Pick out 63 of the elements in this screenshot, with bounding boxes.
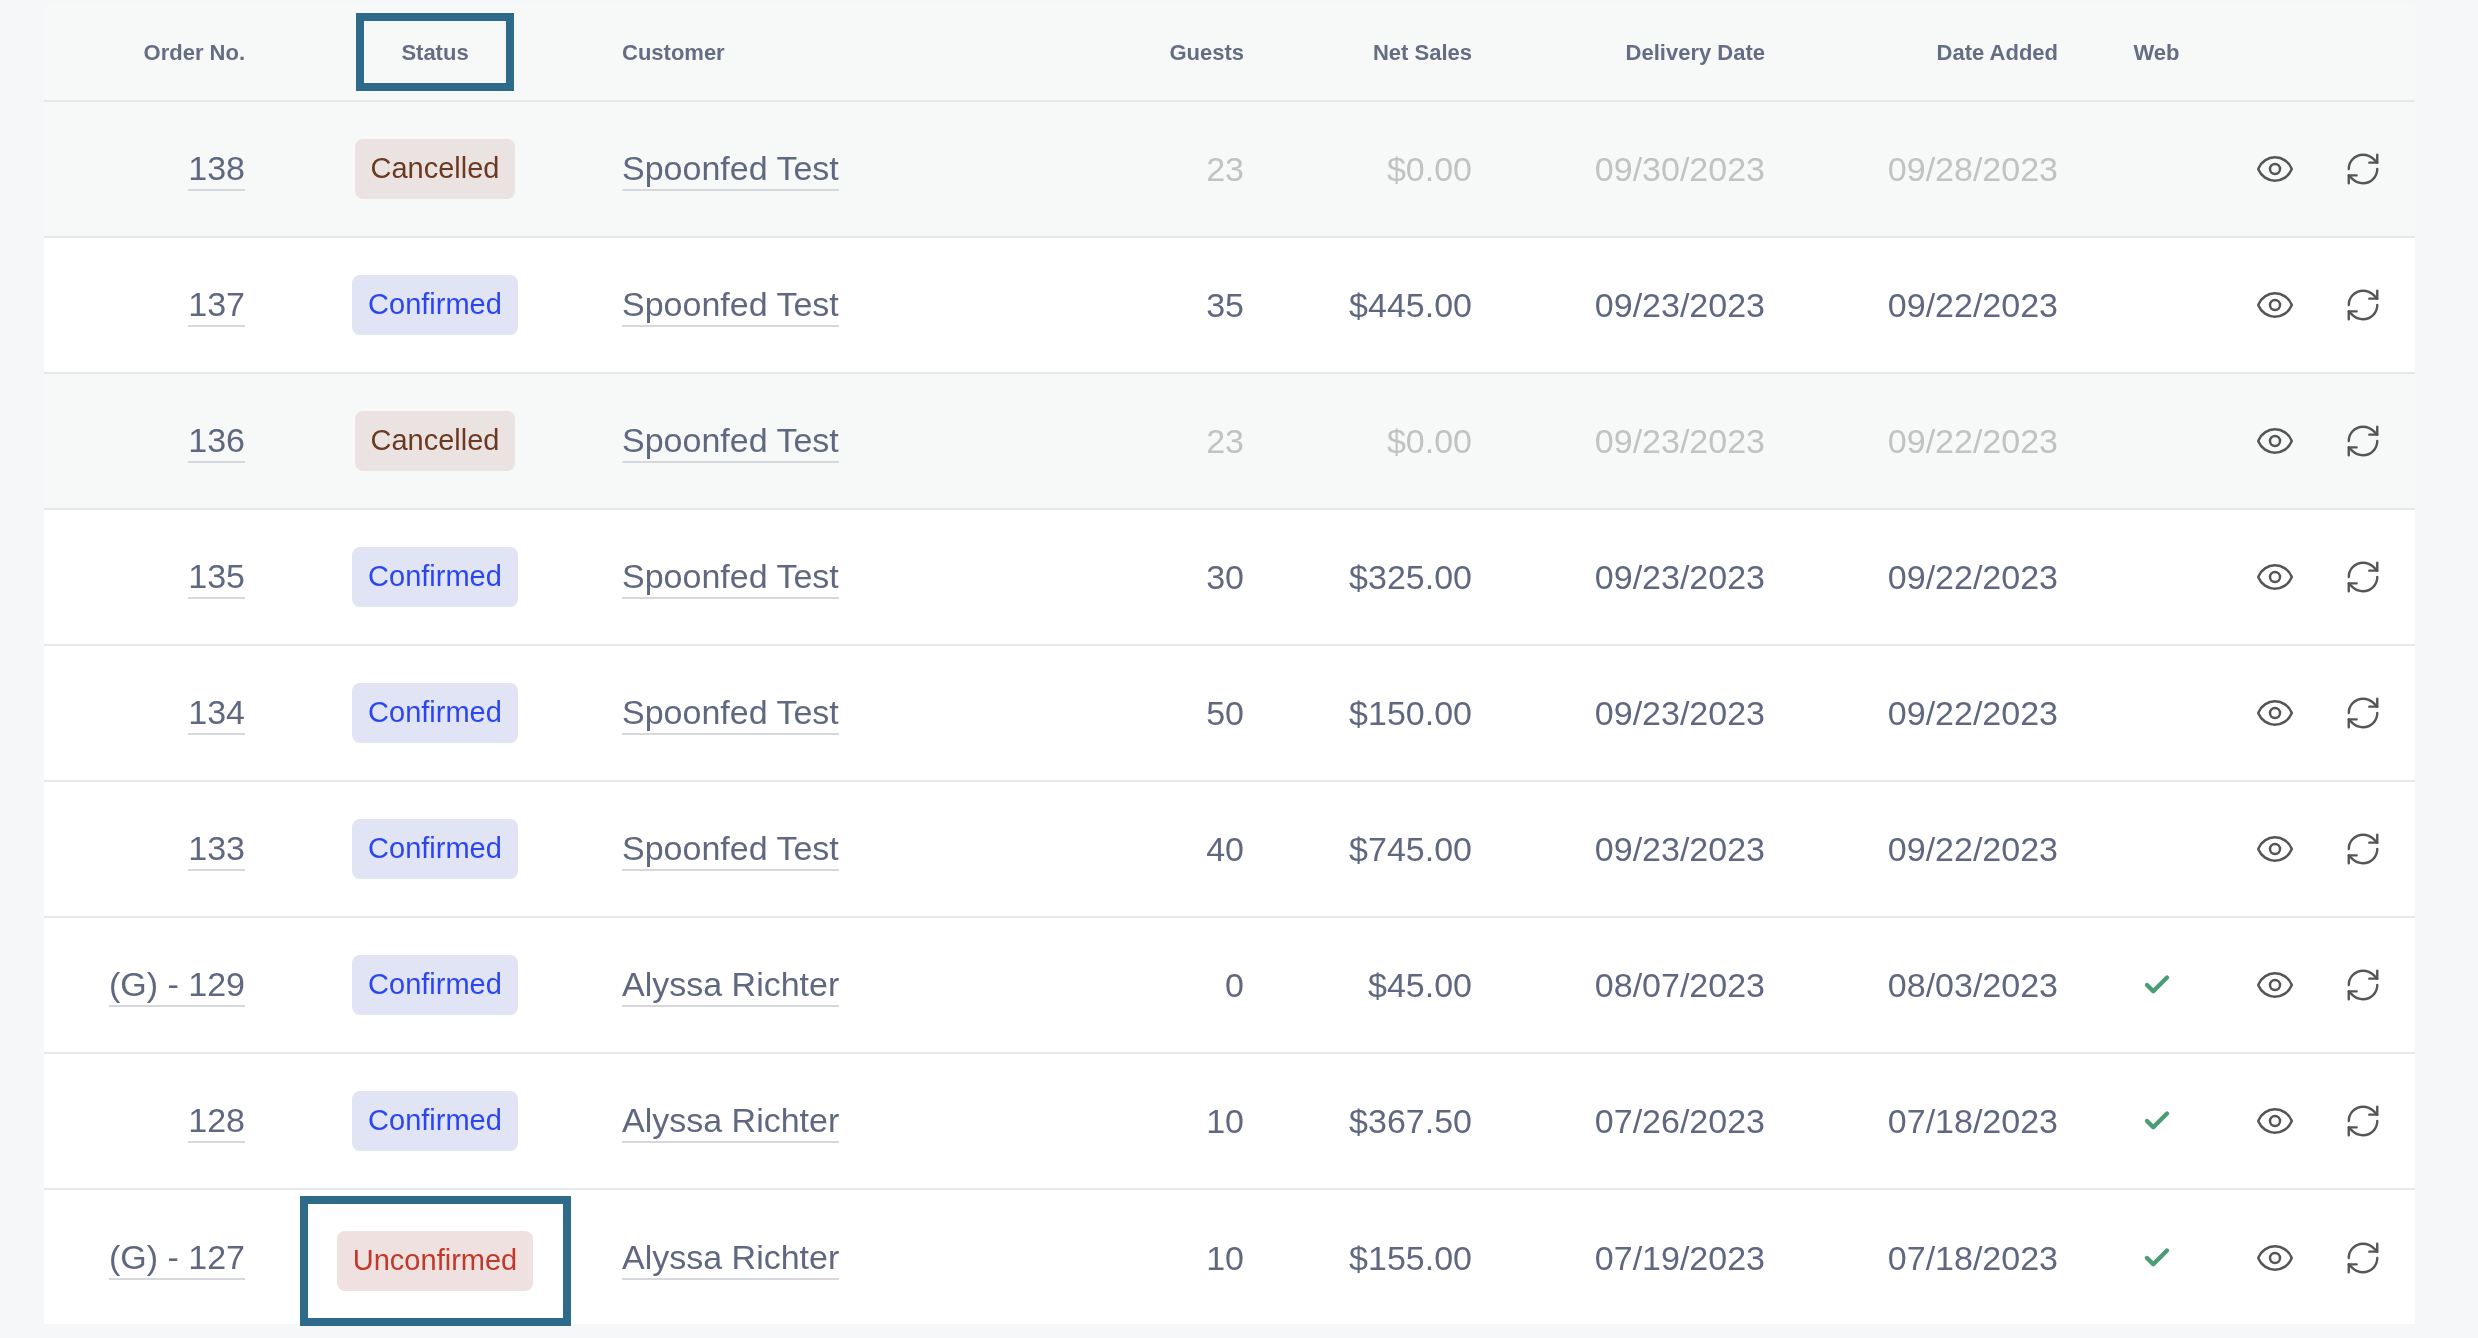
table-cell-text: 09/22/2023	[1887, 556, 2058, 598]
table-cell-text: 09/22/2023	[1887, 828, 2058, 870]
table-cell-text: 08/03/2023	[1887, 964, 2058, 1006]
table-cell-text: $45.00	[1368, 964, 1472, 1006]
status-badge: Confirmed	[352, 955, 518, 1015]
customer-link[interactable]: Alyssa Richter	[622, 1235, 840, 1281]
table-cell-text: $155.00	[1349, 1237, 1472, 1279]
table-cell-text: 30	[1206, 556, 1244, 598]
status-badge: Unconfirmed	[336, 1231, 534, 1291]
order-link[interactable]: 136	[188, 418, 245, 464]
table-cell-text: 07/19/2023	[1594, 1237, 1765, 1279]
table-cell-text: 08/07/2023	[1594, 964, 1765, 1006]
order-link[interactable]: 137	[188, 282, 245, 328]
table-cell-text: 07/18/2023	[1887, 1237, 2058, 1279]
customer-link[interactable]: Spoonfed Test	[622, 554, 839, 600]
status-badge: Confirmed	[352, 547, 518, 607]
status-badge: Confirmed	[352, 1091, 518, 1151]
table-cell-text: 09/23/2023	[1594, 284, 1765, 326]
table-cell-text: $150.00	[1349, 692, 1472, 734]
table-cell-text: 35	[1206, 284, 1244, 326]
order-link[interactable]: 134	[188, 690, 245, 736]
order-link[interactable]: (G) - 127	[108, 1235, 245, 1281]
status-badge: Confirmed	[352, 275, 518, 335]
table-cell-text: $367.50	[1349, 1100, 1472, 1142]
status-badge: Cancelled	[354, 139, 516, 199]
order-link[interactable]: 128	[188, 1098, 245, 1144]
customer-link[interactable]: Spoonfed Test	[622, 282, 839, 328]
status-badge: Cancelled	[354, 411, 516, 471]
table-cell-text: $445.00	[1349, 284, 1472, 326]
customer-link[interactable]: Alyssa Richter	[622, 962, 840, 1008]
customer-link[interactable]: Alyssa Richter	[622, 1098, 840, 1144]
table-cell-text: 10	[1206, 1237, 1244, 1279]
table-cell-text: 40	[1206, 828, 1244, 870]
table-cell-text: 09/23/2023	[1594, 556, 1765, 598]
table-cell-text: 50	[1206, 692, 1244, 734]
column-header: Guests	[1169, 38, 1244, 67]
table-cell-text: 07/26/2023	[1594, 1100, 1765, 1142]
column-header: Date Added	[1936, 38, 2058, 67]
status-badge: Confirmed	[352, 819, 518, 879]
order-link[interactable]: (G) - 129	[108, 962, 245, 1008]
column-header: Net Sales	[1372, 38, 1472, 67]
customer-link[interactable]: Spoonfed Test	[622, 418, 839, 464]
column-header: Delivery Date	[1625, 38, 1765, 67]
column-header: Web	[2133, 38, 2180, 67]
table-cell-text: 09/22/2023	[1887, 284, 2058, 326]
order-link[interactable]: 138	[188, 146, 245, 192]
table-cell-text: 09/23/2023	[1594, 692, 1765, 734]
table-cell-text: 09/23/2023	[1594, 828, 1765, 870]
customer-link[interactable]: Spoonfed Test	[622, 146, 839, 192]
table-cell-text: $325.00	[1349, 556, 1472, 598]
table-cell-text: 0	[1225, 964, 1244, 1006]
table-cell-text: $745.00	[1349, 828, 1472, 870]
table-cell-text: 10	[1206, 1100, 1244, 1142]
column-header: Order No.	[143, 38, 245, 67]
column-header: Customer	[622, 38, 725, 67]
customer-link[interactable]: Spoonfed Test	[622, 690, 839, 736]
column-header: Status	[401, 38, 469, 67]
table-cell-text: 09/22/2023	[1887, 692, 2058, 734]
customer-link[interactable]: Spoonfed Test	[622, 826, 839, 872]
order-link[interactable]: 135	[188, 554, 245, 600]
order-link[interactable]: 133	[188, 826, 245, 872]
status-badge: Confirmed	[352, 683, 518, 743]
table-cell-text: 07/18/2023	[1887, 1100, 2058, 1142]
